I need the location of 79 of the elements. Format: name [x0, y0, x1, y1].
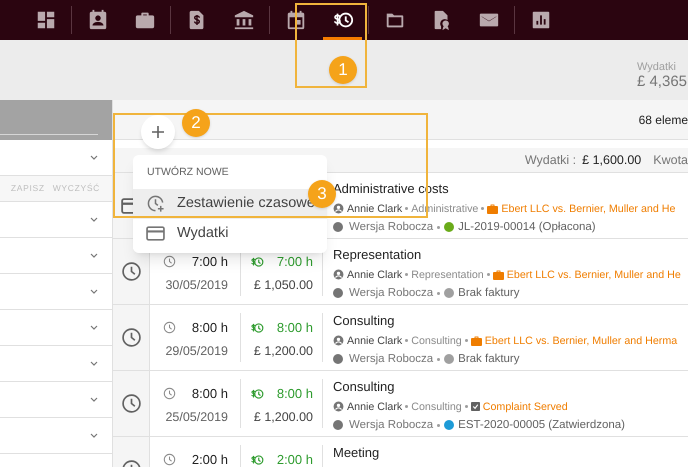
- summary-value: £ 1,600.00: [582, 152, 642, 169]
- summary-label: Wydatki :: [524, 152, 576, 169]
- status-label: Wersja Robocza: [349, 286, 434, 301]
- bank-icon: [232, 9, 254, 31]
- hours-value: 7:00 h: [192, 253, 228, 271]
- amount-value: £ 1,200.00: [254, 408, 313, 426]
- dollar-clock-icon: [250, 320, 264, 335]
- invoice-label: EST-2020-00005 (Zatwierdzona): [458, 418, 625, 433]
- credit-card-icon: [146, 226, 165, 242]
- briefcase-icon: [470, 336, 482, 346]
- user-name: Annie Clark: [347, 334, 402, 348]
- checkbox-icon: [470, 402, 480, 412]
- dollar-clock-icon: [250, 452, 264, 467]
- summary-label: Kwota: [653, 152, 688, 169]
- invoice-label: Brak faktury: [458, 352, 520, 367]
- user-icon: [333, 335, 344, 346]
- entry-title: Representation: [333, 246, 422, 264]
- status-label: Wersja Robocza: [349, 352, 434, 367]
- header-value: £ 4,365: [636, 73, 687, 92]
- matter-link[interactable]: Ebert LLC vs. Bernier, Muller and He: [506, 266, 681, 283]
- clock-icon: [120, 261, 142, 282]
- clock-icon: [163, 255, 176, 268]
- invoice-label: JL-2019-00014 (Opłacona): [458, 220, 596, 235]
- dollar-clock-icon: [250, 254, 264, 269]
- user-icon: [333, 401, 344, 412]
- chevron-down-icon: [90, 361, 98, 366]
- plus-icon: [151, 125, 165, 139]
- header-label: Wydatki: [636, 62, 677, 74]
- entry-title: Consulting: [333, 378, 396, 396]
- category-label: Consulting: [411, 400, 462, 414]
- user-icon: [333, 269, 344, 280]
- status-label: Wersja Robocza: [349, 220, 434, 235]
- menu-heading: UTWÓRZ NOWE: [146, 164, 230, 180]
- amount-value: £ 1,200.00: [254, 342, 313, 360]
- user-icon: [333, 203, 344, 214]
- clock-icon: [120, 327, 142, 348]
- chevron-down-icon: [90, 217, 98, 222]
- entry-title: Consulting: [333, 312, 396, 330]
- hours-value: 2:00 h: [192, 451, 228, 467]
- clock-icon: [163, 453, 176, 466]
- filter-action-button[interactable]: ZAPISZ: [10, 182, 45, 195]
- billable-hours: 8:00 h: [276, 385, 313, 403]
- matter-link[interactable]: Ebert LLC vs. Bernier, Muller and Herma: [484, 332, 678, 349]
- credit-card-icon: [121, 198, 133, 214]
- menu-item[interactable]: Wydatki: [133, 218, 327, 249]
- entry-title: Meeting: [333, 444, 380, 462]
- chevron-down-icon: [90, 155, 98, 160]
- billable-hours: 8:00 h: [276, 319, 313, 337]
- user-name: Annie Clark: [347, 202, 402, 216]
- invoice-label: Brak faktury: [458, 286, 520, 301]
- clock-plus-icon: [146, 194, 165, 214]
- clock-icon: [120, 393, 142, 414]
- hours-value: 8:00 h: [192, 319, 228, 337]
- user-name: Annie Clark: [347, 268, 402, 282]
- briefcase-icon: [487, 204, 498, 214]
- billable-hours: 7:00 h: [276, 253, 313, 271]
- billable-hours: 2:00 h: [276, 451, 313, 467]
- category-label: Representation: [411, 268, 484, 282]
- chevron-down-icon: [90, 397, 98, 402]
- user-name: Annie Clark: [347, 400, 402, 414]
- chevron-down-icon: [90, 433, 98, 438]
- entry-date: 29/05/2019: [165, 342, 228, 360]
- entry-date: 25/05/2019: [165, 408, 228, 426]
- briefcase-icon: [492, 270, 504, 280]
- amount-value: £ 1,050.00: [254, 276, 313, 294]
- item-count: 68 eleme: [638, 112, 688, 128]
- matter-link[interactable]: Complaint Served: [482, 398, 568, 415]
- chevron-down-icon: [90, 253, 98, 258]
- filter-action-button[interactable]: WYCZYŚĆ: [52, 182, 100, 195]
- status-label: Wersja Robocza: [349, 418, 434, 433]
- category-label: Consulting: [411, 334, 462, 348]
- clock-icon: [163, 321, 176, 334]
- entry-date: 30/05/2019: [165, 276, 228, 294]
- hours-value: 8:00 h: [192, 385, 228, 403]
- chevron-down-icon: [90, 289, 98, 294]
- chevron-down-icon: [90, 325, 98, 330]
- clock-icon: [163, 387, 176, 400]
- dollar-clock-icon: [250, 386, 264, 401]
- matter-link[interactable]: Ebert LLC vs. Bernier, Muller and He: [501, 200, 676, 217]
